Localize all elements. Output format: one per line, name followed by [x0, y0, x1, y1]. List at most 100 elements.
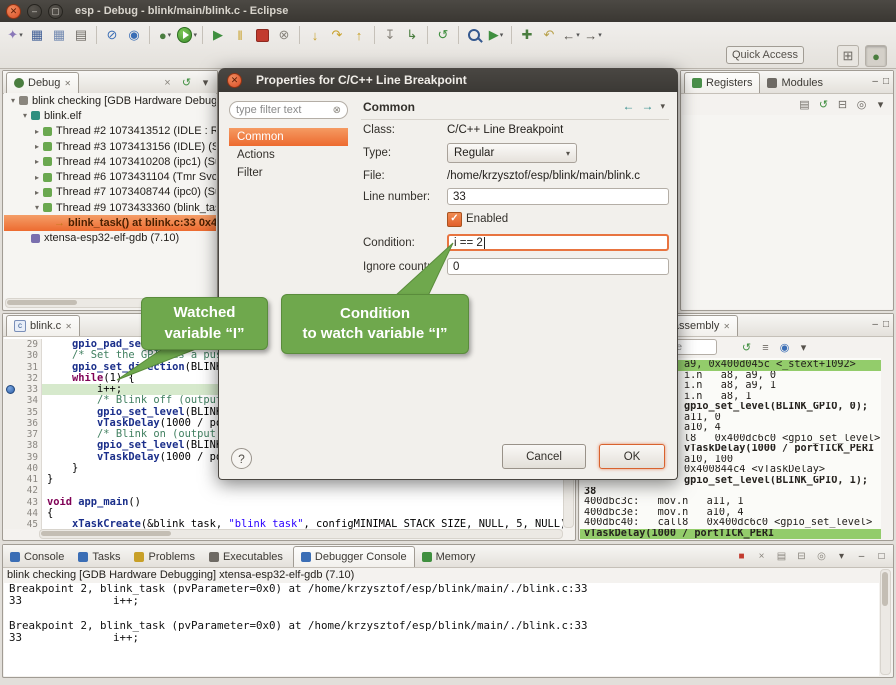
editor-gutter[interactable] — [4, 339, 17, 350]
breakpoint-icon[interactable] — [6, 385, 15, 394]
view-menu-icon[interactable]: ▾ — [873, 97, 888, 112]
editor-gutter[interactable] — [4, 407, 17, 418]
editor-gutter[interactable] — [4, 384, 17, 395]
editor-gutter[interactable] — [4, 350, 17, 361]
debug-icon[interactable]: ●▾ — [155, 25, 175, 45]
tree-expander-icon[interactable]: ▸ — [32, 142, 42, 151]
skip-all-breakpoints-icon[interactable]: ⊘ — [102, 25, 122, 45]
debug-hscroll-thumb[interactable] — [7, 300, 77, 305]
tab-debugger-console[interactable]: Debugger Console — [293, 546, 415, 567]
dialog-sidebar-item-filter[interactable]: Filter — [229, 164, 348, 182]
editor-gutter[interactable] — [4, 440, 17, 451]
window-close-icon[interactable]: ✕ — [6, 4, 21, 19]
maximize-view-icon[interactable]: □ — [883, 319, 889, 330]
pin-view-icon[interactable]: ◎ — [854, 97, 869, 112]
minimize-view-icon[interactable]: – — [854, 549, 869, 564]
step-over-icon[interactable]: ↷ — [327, 25, 347, 45]
breakpoints-icon[interactable]: ◉ — [124, 25, 144, 45]
condition-input[interactable]: i == 2 — [447, 234, 669, 251]
save-icon[interactable]: ▦ — [27, 25, 47, 45]
tab-registers[interactable]: Registers — [684, 72, 760, 93]
type-dropdown[interactable]: Regular ▾ — [447, 143, 577, 163]
view-menu-icon[interactable]: ▾ — [198, 75, 213, 90]
debug-tree-item[interactable]: ▸Thread #4 1073410208 (ipc1) (Susp — [4, 154, 216, 169]
minimize-view-icon[interactable]: – — [872, 76, 878, 87]
collapse-all-icon[interactable]: ⊟ — [835, 97, 850, 112]
quick-access-button[interactable]: Quick Access — [726, 46, 804, 64]
forward-icon[interactable]: →▾ — [583, 25, 603, 45]
cancel-button[interactable]: Cancel — [502, 444, 586, 469]
tree-expander-icon[interactable]: ▾ — [32, 203, 42, 212]
debug-tree-item[interactable]: →blink_task() at blink.c:33 0x400db — [4, 215, 216, 230]
window-maximize-icon[interactable]: ▢ — [48, 4, 63, 19]
editor-gutter[interactable] — [4, 508, 17, 519]
track-expression-icon[interactable]: ◉ — [777, 340, 792, 355]
open-console-icon[interactable]: ▾ — [834, 549, 849, 564]
new-wizard-icon[interactable]: ✦▾ — [5, 25, 25, 45]
dialog-sidebar-item-common[interactable]: Common — [229, 128, 348, 146]
tree-expander-icon[interactable]: ▸ — [32, 157, 42, 166]
editor-gutter[interactable] — [4, 418, 17, 429]
editor-gutter[interactable] — [4, 463, 17, 474]
debug-tree-item[interactable]: ▸Thread #2 1073413512 (IDLE : Runn — [4, 124, 216, 139]
editor-gutter[interactable] — [4, 485, 17, 496]
line-number-input[interactable]: 33 — [447, 188, 669, 205]
ok-button[interactable]: OK — [599, 444, 665, 469]
dialog-close-icon[interactable]: ✕ — [227, 73, 242, 88]
tree-expander-icon[interactable]: ▾ — [8, 96, 18, 105]
debug-tree-item[interactable]: xtensa-esp32-elf-gdb (7.10) — [4, 231, 216, 246]
debug-tree[interactable]: ▾blink checking [GDB Hardware Debug▾blin… — [4, 93, 216, 298]
tree-expander-icon[interactable]: ▸ — [32, 188, 42, 197]
tree-expander-icon[interactable]: ▸ — [32, 127, 42, 136]
step-return-icon[interactable]: ↑ — [349, 25, 369, 45]
save-all-icon[interactable]: ▦ — [49, 25, 69, 45]
layout-icon[interactable]: ▤ — [797, 97, 812, 112]
debug-tree-item[interactable]: ▸Thread #3 1073413156 (IDLE) (Susp — [4, 139, 216, 154]
drop-to-frame-icon[interactable]: ↧ — [380, 25, 400, 45]
close-icon[interactable]: ✕ — [64, 79, 71, 88]
clear-console-icon[interactable]: ▤ — [774, 549, 789, 564]
debug-tree-item[interactable]: ▾blink checking [GDB Hardware Debug — [4, 93, 216, 108]
tab-blink-c[interactable]: c blink.c ✕ — [6, 315, 80, 336]
restart-session-icon[interactable]: ↺ — [179, 75, 194, 90]
terminate-icon[interactable]: ■ — [734, 549, 749, 564]
close-icon[interactable]: ✕ — [65, 322, 72, 331]
editor-gutter[interactable] — [4, 519, 17, 529]
filter-input[interactable]: type filter text ⊗ — [229, 101, 348, 119]
dialog-sidebar-item-actions[interactable]: Actions — [229, 146, 348, 164]
tab-modules[interactable]: Modules — [760, 72, 830, 93]
console-output[interactable]: Breakpoint 2, blink_task (pvParameter=0x… — [4, 583, 879, 676]
debug-perspective-icon[interactable]: ● — [865, 45, 887, 67]
window-minimize-icon[interactable]: – — [27, 4, 42, 19]
enabled-checkbox[interactable]: ✓ — [447, 212, 462, 227]
editor-gutter[interactable] — [4, 497, 17, 508]
restart-icon[interactable]: ↺ — [433, 25, 453, 45]
print-icon[interactable]: ▤ — [71, 25, 91, 45]
tab-console[interactable]: Console — [3, 546, 71, 567]
view-menu-icon[interactable]: ▾ — [796, 340, 811, 355]
back-icon[interactable]: ← — [622, 99, 634, 113]
scroll-lock-icon[interactable]: ⊟ — [794, 549, 809, 564]
new-c-file-icon[interactable]: ✚ — [517, 25, 537, 45]
clear-filter-icon[interactable]: ⊗ — [333, 105, 341, 116]
run-icon[interactable]: ▾ — [177, 25, 197, 45]
search-icon[interactable] — [464, 25, 484, 45]
suspend-icon[interactable]: ‖ — [230, 25, 250, 45]
sync-with-stack-icon[interactable]: ↺ — [739, 340, 754, 355]
maximize-view-icon[interactable]: □ — [883, 76, 889, 87]
last-edit-location-icon[interactable]: ↶ — [539, 25, 559, 45]
show-source-icon[interactable]: ≡ — [758, 340, 773, 355]
console-vscroll-thumb[interactable] — [882, 572, 888, 606]
back-icon[interactable]: ←▾ — [561, 25, 581, 45]
editor-gutter[interactable] — [4, 474, 17, 485]
pin-console-icon[interactable]: ◎ — [814, 549, 829, 564]
ignore-count-input[interactable]: 0 — [447, 258, 669, 275]
editor-hscroll-thumb[interactable] — [41, 531, 171, 536]
editor-gutter[interactable] — [4, 395, 17, 406]
resume-icon[interactable]: ▶ — [208, 25, 228, 45]
debug-tree-item[interactable]: ▾blink.elf — [4, 108, 216, 123]
external-tools-icon[interactable]: ▶▾ — [486, 25, 506, 45]
tree-expander-icon[interactable]: ▸ — [32, 173, 42, 182]
forward-icon[interactable]: → — [641, 99, 653, 113]
tab-executables[interactable]: Executables — [202, 546, 290, 567]
